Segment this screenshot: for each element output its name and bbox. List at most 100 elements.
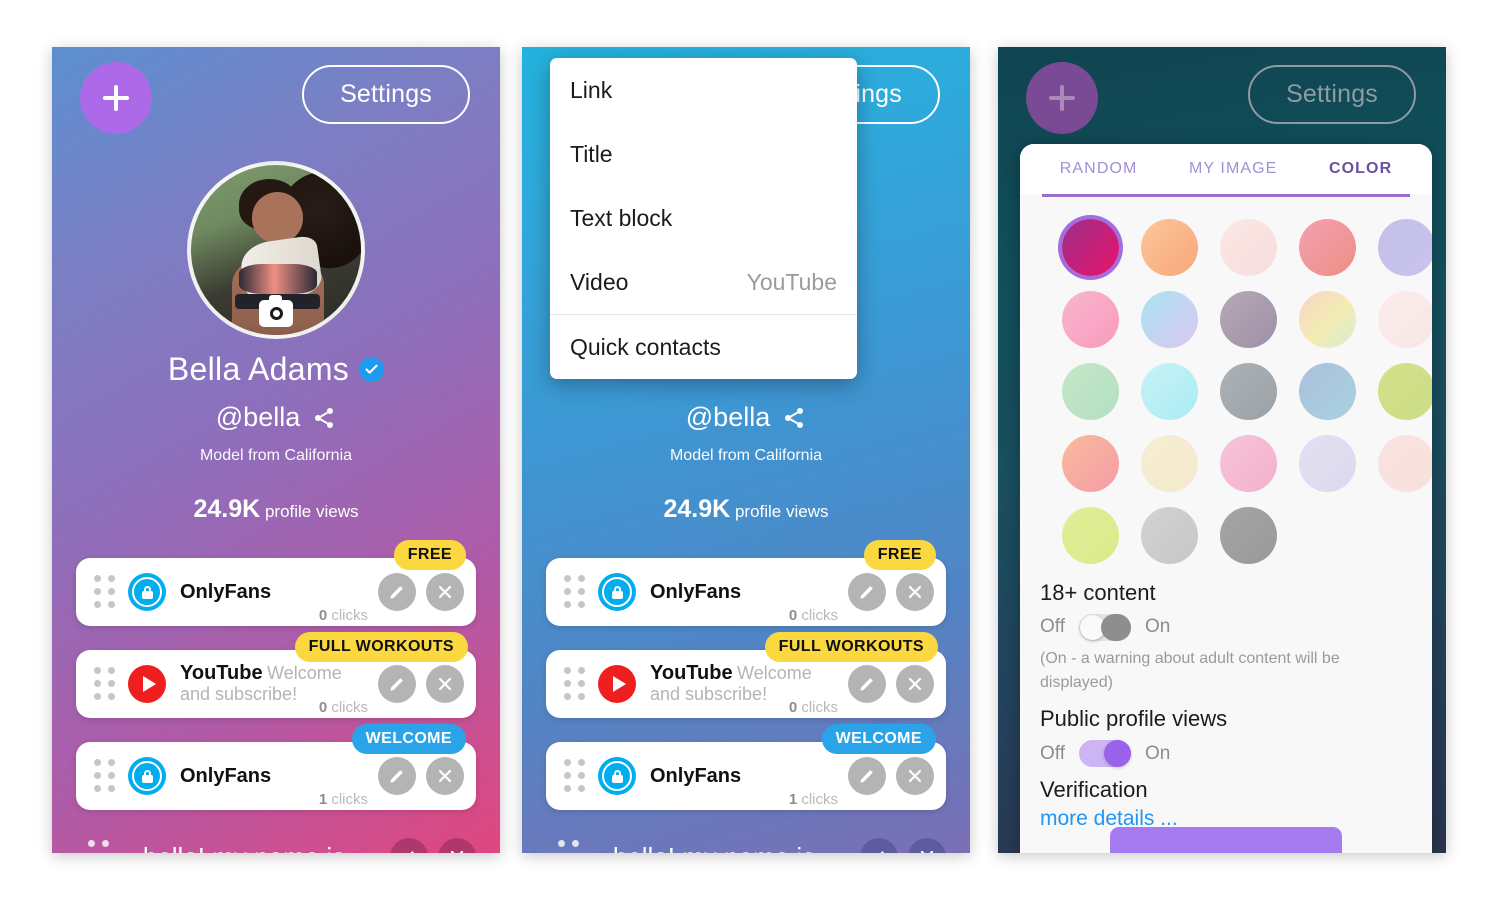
share-icon[interactable]: [782, 406, 806, 430]
color-swatch[interactable]: [1378, 218, 1432, 276]
color-swatch[interactable]: [1062, 218, 1119, 276]
table-row[interactable]: WELCOME OnlyFans 1 clicks: [76, 724, 476, 810]
color-swatch[interactable]: [1378, 362, 1432, 420]
delete-button[interactable]: [908, 838, 946, 853]
menu-item-text-block[interactable]: Text block: [550, 186, 857, 250]
color-swatch[interactable]: [1062, 362, 1119, 420]
text-block-row[interactable]: hello! my name is: [522, 834, 970, 853]
text-block-row[interactable]: hello! my name is: [52, 834, 500, 853]
table-row[interactable]: FREE OnlyFans 0 clicks: [546, 540, 946, 626]
delete-button[interactable]: [896, 573, 934, 611]
status-badge: WELCOME: [351, 724, 466, 754]
onlyfans-icon: [128, 573, 166, 611]
add-block-button[interactable]: [80, 62, 152, 134]
color-swatch[interactable]: [1141, 290, 1198, 348]
delete-button[interactable]: [896, 665, 934, 703]
text-block-label: hello! my name is: [578, 842, 850, 854]
profile-views: 24.9K profile views: [52, 495, 500, 524]
drag-handle-icon[interactable]: [94, 759, 116, 793]
menu-item-label: Text block: [570, 204, 673, 231]
color-swatch[interactable]: [1141, 506, 1198, 564]
menu-item-quick-contacts[interactable]: Quick contacts: [550, 315, 857, 379]
table-row[interactable]: FULL WORKOUTS YouTube Welcome and subscr…: [76, 632, 476, 718]
color-swatch[interactable]: [1378, 290, 1432, 348]
menu-item-label: Title: [570, 140, 613, 167]
adult-content-toggle[interactable]: [1079, 613, 1131, 641]
color-swatch[interactable]: [1378, 434, 1432, 492]
color-swatch[interactable]: [1220, 434, 1277, 492]
tab-color[interactable]: COLOR: [1329, 160, 1392, 178]
color-swatch[interactable]: [1299, 434, 1356, 492]
settings-button[interactable]: Settings: [1248, 65, 1416, 124]
table-row[interactable]: WELCOME OnlyFans 1 clicks: [546, 724, 946, 810]
delete-button[interactable]: [426, 757, 464, 795]
profile-handle: @bella: [215, 402, 301, 432]
table-row[interactable]: FULL WORKOUTS YouTube Welcome and subscr…: [546, 632, 946, 718]
color-swatch[interactable]: [1062, 290, 1119, 348]
text-block-label: hello! my name is: [108, 842, 380, 854]
edit-button[interactable]: [848, 665, 886, 703]
edit-button[interactable]: [390, 838, 428, 853]
edit-button[interactable]: [378, 573, 416, 611]
color-swatch[interactable]: [1220, 290, 1277, 348]
screenshot-stage: Settings Bella Adams @bella Model from C…: [0, 0, 1500, 900]
menu-item-video[interactable]: Video YouTube: [550, 250, 857, 314]
plus-icon: [1049, 85, 1075, 111]
add-block-button[interactable]: [1026, 62, 1098, 134]
settings-modal: RANDOM MY IMAGE COLOR 18+ content Off On…: [1020, 144, 1432, 853]
drag-handle-icon[interactable]: [564, 759, 586, 793]
plus-icon: [103, 85, 129, 111]
settings-button[interactable]: Settings: [302, 65, 470, 124]
tab-random[interactable]: RANDOM: [1060, 160, 1138, 178]
avatar[interactable]: [187, 161, 365, 339]
table-row[interactable]: FREE OnlyFans 0 clicks: [76, 540, 476, 626]
setting-title-adult-content: 18+ content: [1040, 579, 1156, 605]
toggle-off-label: Off: [1040, 616, 1065, 637]
menu-item-title[interactable]: Title: [550, 122, 857, 186]
setting-title-verification: Verification: [1040, 777, 1148, 803]
onlyfans-icon: [128, 757, 166, 795]
toggle-row-adult-content: Off On: [1040, 613, 1412, 641]
drag-handle-icon[interactable]: [88, 840, 110, 853]
delete-button[interactable]: [438, 838, 476, 853]
color-swatch[interactable]: [1299, 362, 1356, 420]
phone-panel-add-menu: ttings . @bella: [522, 47, 970, 853]
camera-icon[interactable]: [259, 295, 293, 327]
color-swatch[interactable]: [1220, 506, 1277, 564]
color-swatch[interactable]: [1062, 434, 1119, 492]
drag-handle-icon[interactable]: [564, 667, 586, 701]
panel1-header: Settings: [52, 47, 500, 157]
camera-lens: [269, 307, 283, 320]
card-title: OnlyFans: [650, 764, 742, 787]
status-badge: FREE: [863, 540, 936, 570]
share-icon[interactable]: [312, 406, 336, 430]
add-block-dropdown-menu: Link Title Text block Video YouTube Quic…: [550, 58, 857, 379]
color-swatch[interactable]: [1141, 362, 1198, 420]
edit-button[interactable]: [378, 665, 416, 703]
color-swatch[interactable]: [1062, 506, 1119, 564]
delete-button[interactable]: [426, 665, 464, 703]
drag-handle-icon[interactable]: [564, 575, 586, 609]
public-profile-views-toggle[interactable]: [1079, 740, 1131, 768]
drag-handle-icon[interactable]: [94, 575, 116, 609]
edit-button[interactable]: [848, 573, 886, 611]
color-swatch[interactable]: [1141, 434, 1198, 492]
color-swatch[interactable]: [1299, 290, 1356, 348]
menu-item-label: Link: [570, 76, 613, 103]
status-badge: FULL WORKOUTS: [294, 632, 468, 662]
delete-button[interactable]: [896, 757, 934, 795]
color-swatch[interactable]: [1220, 362, 1277, 420]
color-swatch[interactable]: [1299, 218, 1356, 276]
color-swatch[interactable]: [1220, 218, 1277, 276]
drag-handle-icon[interactable]: [558, 840, 580, 853]
color-swatch[interactable]: [1141, 218, 1198, 276]
modal-save-button[interactable]: [1110, 827, 1342, 853]
drag-handle-icon[interactable]: [94, 667, 116, 701]
tab-my-image[interactable]: MY IMAGE: [1189, 160, 1278, 178]
edit-button[interactable]: [378, 757, 416, 795]
delete-button[interactable]: [426, 573, 464, 611]
edit-button[interactable]: [848, 757, 886, 795]
menu-item-link[interactable]: Link: [550, 58, 857, 122]
edit-button[interactable]: [860, 838, 898, 853]
profile-info: Bella Adams @bella Model from California…: [52, 351, 500, 524]
